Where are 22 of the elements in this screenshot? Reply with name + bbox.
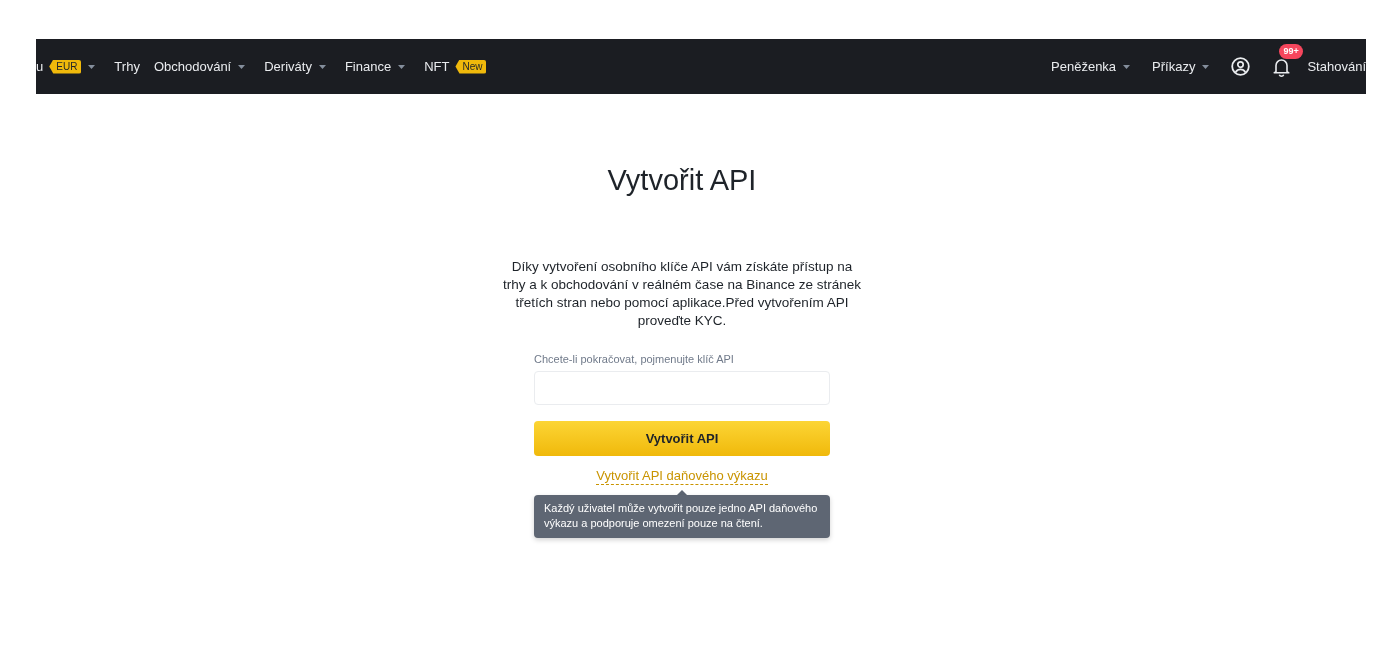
tooltip: Každý uživatel může vytvořit pouze jedno API daňového výkazu a podporuje omezení pouze na čtení.	[534, 495, 830, 538]
nav-menu-item[interactable]: NFT	[424, 56, 450, 77]
tooltip-pointer-icon	[677, 490, 687, 495]
tag-badge: EUR	[49, 59, 82, 74]
nav-menu-item[interactable]: Stahování	[1307, 56, 1366, 77]
nav-menu-item[interactable]: Finance	[344, 56, 392, 77]
nav-menu-item[interactable]: Peněženka	[1051, 56, 1117, 77]
page-title: Vytvořit API	[607, 163, 757, 198]
tag-badge: New	[455, 59, 487, 74]
field-label: Chcete-li pokračovat, pojmenujte klíč API	[534, 352, 735, 366]
description-text: Díky vytvoření osobního klíče API vám získáte přístup na trhy a k obchodování v reálném čase na Binance ze stránek třetích stran nebo pomocí aplikace.Před vytvořením API proveďte KYC.	[502, 258, 862, 330]
bell-icon	[1272, 56, 1292, 77]
nav-menu-item[interactable]: u	[36, 56, 44, 77]
create-api-button[interactable]: Vytvořit API	[534, 421, 830, 456]
nav-menu-item[interactable]: Obchodování	[153, 56, 232, 77]
nav-menu-item[interactable]: Příkazy	[1152, 56, 1196, 77]
notifications-button[interactable]	[1272, 56, 1292, 77]
person-circle-icon	[1231, 57, 1251, 76]
nav-menu-item[interactable]: Deriváty	[264, 56, 312, 77]
notification-count-badge: 99+	[1279, 43, 1303, 59]
account-button[interactable]	[1231, 57, 1251, 76]
nav-menu-item[interactable]: Trhy	[114, 56, 140, 77]
